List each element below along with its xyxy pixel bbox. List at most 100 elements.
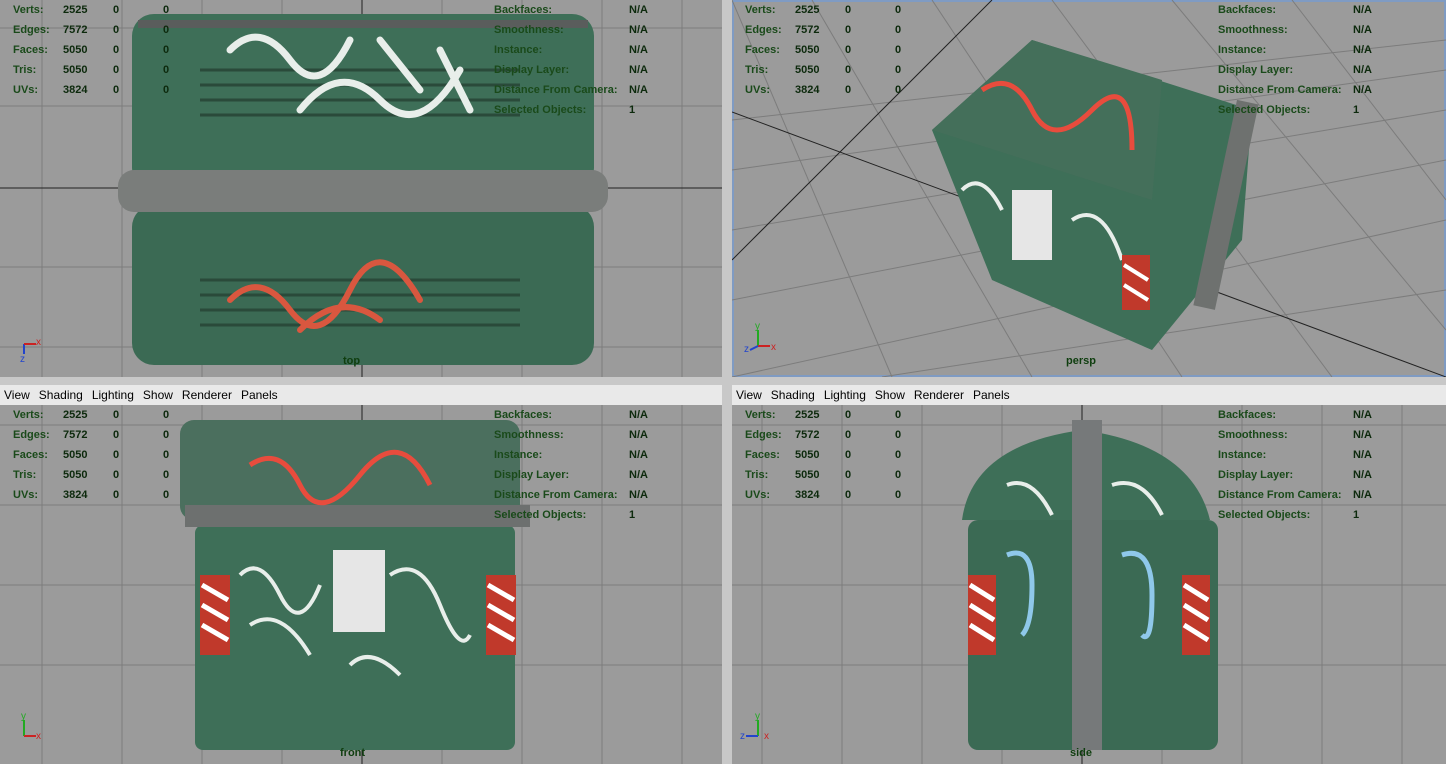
hud-stat-v2: 0	[845, 469, 852, 481]
hud-stat-v1: 3824	[795, 84, 820, 96]
axis-gizmo-icon: y x	[21, 711, 41, 742]
object-info-hud: Backfaces: N/A Smoothness: N/A Instance: N/A D…	[1218, 0, 1393, 120]
hud-info-value: N/A	[1353, 449, 1372, 461]
menu-lighting[interactable]: Lighting	[92, 388, 134, 402]
hud-stat-v1: 7572	[63, 429, 88, 441]
hud-info-label: Distance From Camera:	[1218, 489, 1342, 501]
poly-count-hud: Verts: 2525 0 0 Edges: 7572 0 0 Faces: 5050 0 0 Tris…	[13, 0, 193, 100]
hud-info-row: Distance From Camera: N/A	[1218, 80, 1393, 100]
axis-gizmo-icon: y z x	[740, 711, 769, 742]
hud-info-value: N/A	[1353, 24, 1372, 36]
hud-stat-label: UVs:	[13, 489, 39, 501]
hud-stat-v3: 0	[895, 4, 902, 16]
menu-view[interactable]: View	[4, 388, 30, 402]
hud-info-value: N/A	[629, 24, 648, 36]
svg-text:x: x	[771, 342, 776, 353]
hud-stat-v2: 0	[845, 24, 852, 36]
hud-info-row: Backfaces: N/A	[494, 0, 669, 20]
svg-text:x: x	[36, 337, 41, 348]
hud-stat-row: Tris: 5050 0 0	[745, 465, 925, 485]
hud-stat-row: Verts: 2525 0 0	[745, 0, 925, 20]
hud-info-row: Selected Objects: 1	[494, 100, 669, 120]
hud-stat-row: Verts: 2525 0 0	[13, 405, 193, 425]
hud-info-label: Display Layer:	[1218, 469, 1294, 481]
hud-info-label: Selected Objects:	[494, 509, 587, 521]
hud-stat-v2: 0	[113, 429, 120, 441]
hud-stat-v1: 5050	[63, 44, 88, 56]
svg-text:z: z	[744, 344, 749, 355]
hud-stat-v1: 7572	[795, 24, 820, 36]
hud-info-row: Display Layer: N/A	[1218, 60, 1393, 80]
hud-info-label: Instance:	[1218, 449, 1267, 461]
hud-info-row: Smoothness: N/A	[494, 20, 669, 40]
camera-label: persp	[1066, 355, 1096, 367]
hud-stat-v1: 5050	[795, 449, 820, 461]
hud-info-row: Instance: N/A	[1218, 445, 1393, 465]
hud-info-row: Smoothness: N/A	[1218, 20, 1393, 40]
svg-text:y: y	[755, 321, 760, 332]
menu-shading[interactable]: Shading	[771, 388, 815, 402]
axis-gizmo-icon: y x z	[744, 321, 776, 355]
viewport-top[interactable]: Verts: 2525 0 0 Edges: 7572 0 0 Faces: 5050 0 0 Tris…	[0, 0, 722, 377]
hud-stat-v2: 0	[845, 449, 852, 461]
menu-shading[interactable]: Shading	[39, 388, 83, 402]
menu-lighting[interactable]: Lighting	[824, 388, 866, 402]
hud-stat-v2: 0	[113, 64, 120, 76]
hud-stat-row: Edges: 7572 0 0	[13, 20, 193, 40]
hud-info-value: 1	[629, 509, 636, 521]
hud-info-value: N/A	[629, 44, 648, 56]
menu-view[interactable]: View	[736, 388, 762, 402]
hud-info-row: Distance From Camera: N/A	[494, 485, 669, 505]
viewport-persp[interactable]: Verts: 2525 0 0 Edges: 7572 0 0 Faces: 5050 0 0 Tris…	[732, 0, 1446, 377]
hud-info-value: N/A	[629, 4, 648, 16]
menu-panels[interactable]: Panels	[241, 388, 278, 402]
hud-info-value: N/A	[1353, 4, 1372, 16]
menu-renderer[interactable]: Renderer	[914, 388, 964, 402]
viewport-side[interactable]: View Shading Lighting Show Renderer Panels	[732, 385, 1446, 764]
hud-info-label: Smoothness:	[494, 24, 564, 36]
hud-stat-v3: 0	[163, 24, 170, 36]
hud-stat-v3: 0	[163, 409, 170, 421]
hud-info-row: Backfaces: N/A	[1218, 405, 1393, 425]
hud-stat-row: Edges: 7572 0 0	[745, 20, 925, 40]
hud-stat-v1: 5050	[63, 469, 88, 481]
menu-show[interactable]: Show	[143, 388, 173, 402]
hud-info-label: Instance:	[1218, 44, 1267, 56]
hud-info-label: Selected Objects:	[1218, 104, 1311, 116]
hud-stat-v3: 0	[895, 64, 902, 76]
hud-stat-label: Faces:	[745, 44, 780, 56]
horizontal-splitter[interactable]	[0, 377, 1446, 385]
hud-stat-v1: 3824	[63, 489, 88, 501]
hud-stat-v1: 3824	[63, 84, 88, 96]
hud-info-label: Selected Objects:	[494, 104, 587, 116]
hud-stat-v3: 0	[895, 84, 902, 96]
hud-stat-row: Tris: 5050 0 0	[13, 465, 193, 485]
viewport-front[interactable]: View Shading Lighting Show Renderer Panels	[0, 385, 722, 764]
hud-info-value: N/A	[1353, 84, 1372, 96]
menu-show[interactable]: Show	[875, 388, 905, 402]
hud-info-row: Instance: N/A	[494, 445, 669, 465]
menu-renderer[interactable]: Renderer	[182, 388, 232, 402]
hud-stat-v3: 0	[163, 469, 170, 481]
hud-info-label: Selected Objects:	[1218, 509, 1311, 521]
hud-info-label: Backfaces:	[494, 409, 553, 421]
hud-info-row: Selected Objects: 1	[494, 505, 669, 525]
camera-label: top	[343, 355, 361, 367]
hud-stat-label: UVs:	[745, 489, 771, 501]
hud-stat-row: UVs: 3824 0 0	[13, 80, 193, 100]
hud-info-value: N/A	[1353, 409, 1372, 421]
hud-stat-v3: 0	[163, 64, 170, 76]
hud-info-value: N/A	[1353, 489, 1372, 501]
hud-info-row: Backfaces: N/A	[494, 405, 669, 425]
menu-panels[interactable]: Panels	[973, 388, 1010, 402]
hud-stat-v2: 0	[113, 489, 120, 501]
hud-stat-label: Tris:	[13, 469, 37, 481]
hud-stat-label: UVs:	[13, 84, 39, 96]
hud-stat-v3: 0	[163, 429, 170, 441]
hud-info-label: Backfaces:	[1218, 409, 1277, 421]
hud-stat-row: Tris: 5050 0 0	[745, 60, 925, 80]
hud-info-row: Smoothness: N/A	[494, 425, 669, 445]
hud-stat-v1: 2525	[63, 4, 88, 16]
hud-stat-v2: 0	[113, 409, 120, 421]
hud-stat-v1: 2525	[795, 4, 820, 16]
